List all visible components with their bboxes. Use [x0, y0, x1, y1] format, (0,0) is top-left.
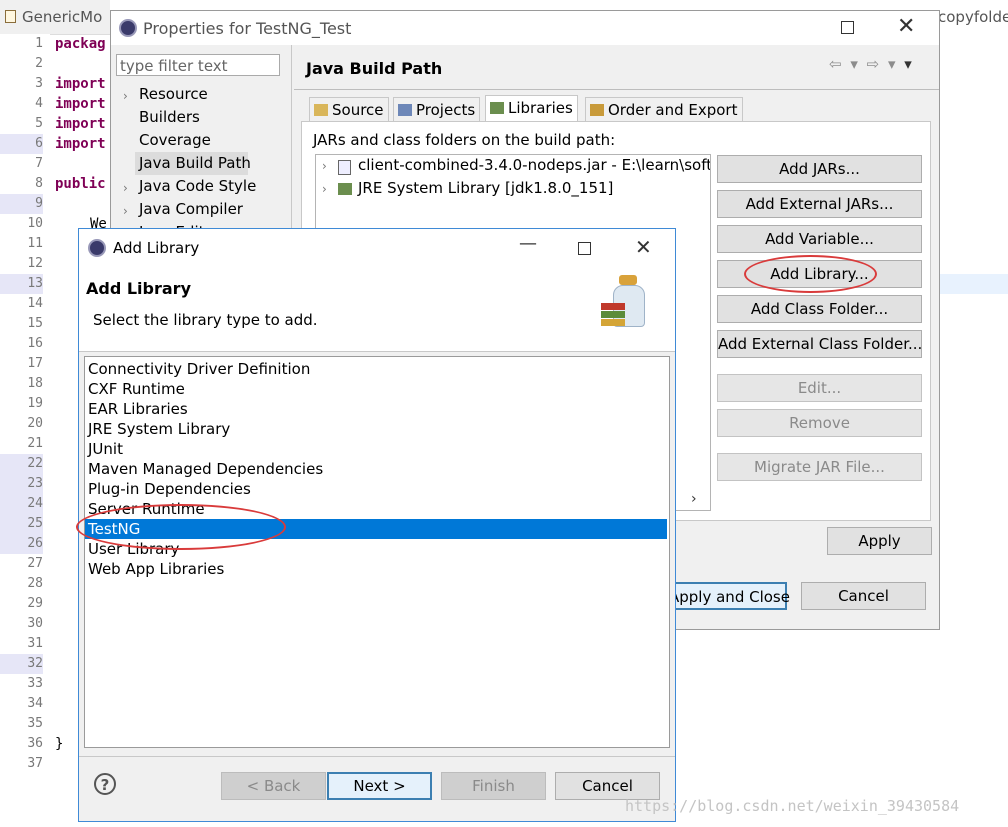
libraries-icon: [490, 102, 504, 114]
tab-source-label: Source: [332, 101, 384, 119]
eclipse-icon: [88, 239, 106, 257]
tab-order-export-label: Order and Export: [608, 101, 738, 119]
header-divider: [294, 89, 939, 90]
watermark: https://blog.csdn.net/weixin_39430584: [625, 797, 960, 815]
tree-item-coverage[interactable]: Coverage: [139, 131, 211, 149]
help-icon[interactable]: ?: [94, 773, 116, 795]
wizard-description: Select the library type to add.: [93, 311, 318, 329]
tree-item-java-code-style[interactable]: Java Code Style: [139, 177, 256, 195]
add-external-jars-button[interactable]: Add External JARs...: [717, 190, 922, 218]
close-button[interactable]: ✕: [897, 14, 915, 39]
cancel-button[interactable]: Cancel: [801, 582, 926, 610]
tree-item-java-build-path[interactable]: Java Build Path: [139, 154, 251, 172]
expand-arrow-icon[interactable]: ›: [123, 204, 128, 218]
close-button[interactable]: ✕: [635, 235, 652, 259]
maximize-button[interactable]: [841, 21, 854, 34]
code-line: public: [55, 176, 106, 192]
add-variable-button[interactable]: Add Variable...: [717, 225, 922, 253]
tree-item-java-compiler[interactable]: Java Compiler: [139, 200, 243, 218]
code-line: import: [55, 76, 106, 92]
apply-and-close-button[interactable]: Apply and Close: [667, 582, 790, 610]
highlight-ring: [744, 255, 877, 293]
remove-button[interactable]: Remove: [717, 409, 922, 437]
list-item[interactable]: Plug-in Dependencies: [85, 479, 667, 499]
properties-titlebar[interactable]: Properties for TestNG_Test ✕: [111, 11, 939, 45]
tab-libraries[interactable]: Libraries: [485, 95, 578, 121]
eclipse-icon: [119, 19, 137, 37]
tree-item-builders[interactable]: Builders: [139, 108, 200, 126]
tab-projects[interactable]: Projects: [393, 97, 481, 121]
highlight-ring: [76, 504, 286, 550]
library-icon: [338, 183, 352, 195]
list-item[interactable]: Connectivity Driver Definition: [85, 359, 667, 379]
cancel-button[interactable]: Cancel: [555, 772, 660, 800]
add-jars-button[interactable]: Add JARs...: [717, 155, 922, 183]
list-item[interactable]: EAR Libraries: [85, 399, 667, 419]
filter-input[interactable]: type filter text: [116, 54, 280, 76]
tab-source[interactable]: Source: [309, 97, 389, 121]
list-item[interactable]: Maven Managed Dependencies: [85, 459, 667, 479]
code-line: packag: [55, 36, 106, 52]
code-line: import: [55, 96, 106, 112]
classpath-entry[interactable]: JRE System Library [jdk1.8.0_151]: [358, 179, 613, 197]
add-library-titlebar[interactable]: Add Library — ✕: [79, 229, 675, 265]
wizard-heading: Add Library: [86, 279, 191, 298]
minimize-button[interactable]: —: [519, 233, 537, 254]
code-line: }: [55, 736, 64, 752]
tab-projects-label: Projects: [416, 101, 476, 119]
jars-label: JARs and class folders on the build path…: [313, 131, 616, 149]
list-item[interactable]: JUnit: [85, 439, 667, 459]
add-class-folder-button[interactable]: Add Class Folder...: [717, 295, 922, 323]
code-line: import: [55, 116, 106, 132]
scroll-right-icon[interactable]: ›: [691, 491, 697, 507]
list-item[interactable]: Web App Libraries: [85, 559, 667, 579]
projects-icon: [398, 104, 412, 116]
list-item[interactable]: JRE System Library: [85, 419, 667, 439]
list-item[interactable]: CXF Runtime: [85, 379, 667, 399]
navigation-icons[interactable]: ⇦ ▾ ⇨ ▾ ▾: [829, 55, 914, 73]
source-folder-icon: [314, 104, 328, 116]
migrate-jar-button[interactable]: Migrate JAR File...: [717, 453, 922, 481]
expand-arrow-icon[interactable]: ›: [123, 181, 128, 195]
maximize-button[interactable]: [578, 242, 591, 255]
expand-arrow-icon[interactable]: ›: [322, 182, 327, 196]
tab-order-export[interactable]: Order and Export: [585, 97, 743, 121]
page-title: Java Build Path: [306, 59, 443, 78]
edit-button[interactable]: Edit...: [717, 374, 922, 402]
code-line: import: [55, 136, 106, 152]
expand-arrow-icon[interactable]: ›: [322, 159, 327, 173]
library-type-list[interactable]: Connectivity Driver Definition CXF Runti…: [84, 356, 670, 748]
add-external-class-folder-button[interactable]: Add External Class Folder...: [717, 330, 922, 358]
library-jar-icon: [601, 275, 647, 335]
apply-button[interactable]: Apply: [827, 527, 932, 555]
order-export-icon: [590, 104, 604, 116]
back-button[interactable]: < Back: [221, 772, 326, 800]
properties-title: Properties for TestNG_Test: [143, 19, 352, 38]
next-button[interactable]: Next >: [327, 772, 432, 800]
finish-button[interactable]: Finish: [441, 772, 546, 800]
tree-item-resource[interactable]: Resource: [139, 85, 208, 103]
classpath-entry[interactable]: client-combined-3.4.0-nodeps.jar - E:\le…: [358, 156, 710, 174]
tab-libraries-label: Libraries: [508, 99, 573, 117]
jar-icon: [338, 160, 351, 175]
expand-arrow-icon[interactable]: ›: [123, 89, 128, 103]
button-bar-divider: [79, 756, 675, 757]
add-library-title: Add Library: [113, 239, 200, 257]
